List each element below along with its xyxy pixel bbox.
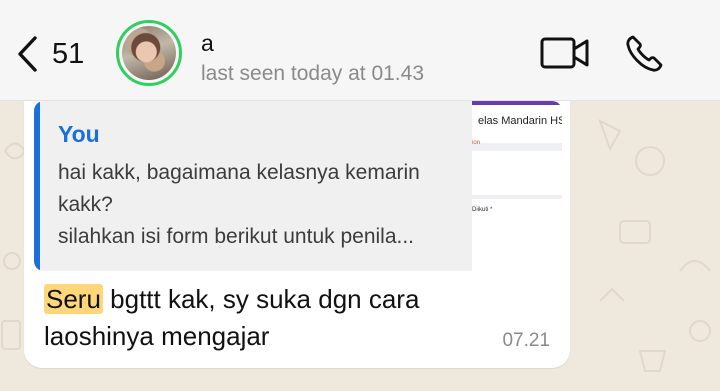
contact-info[interactable]: a last seen today at 01.43 (201, 30, 424, 88)
message-text-rest: bgttt kak, sy suka dgn cara (102, 284, 420, 314)
quote-accent-bar (34, 101, 40, 271)
highlighted-word: Seru (44, 284, 103, 314)
quoted-text-line: hai kakk, bagaimana kelasnya kemarin (58, 161, 420, 184)
form-question-label: Diikuti * (472, 207, 493, 213)
message-text-line: laoshinya mengajar (44, 321, 270, 351)
quoted-text-line: kakk? (58, 193, 113, 216)
quoted-text-line: silahkan isi form berikut untuk penila..… (58, 225, 415, 248)
chevron-left-icon (16, 36, 38, 72)
last-seen-status: last seen today at 01.43 (201, 62, 424, 85)
avatar[interactable] (116, 20, 182, 86)
link-preview-thumbnail: elas Mandarin HSK ion Diikuti * (472, 101, 562, 271)
chat-header: 51 a last seen today at 01.43 (0, 0, 720, 101)
form-title-card: elas Mandarin HSK ion (472, 105, 562, 146)
quoted-reply[interactable]: You hai kakk, bagaimana kelasnya kemarin… (34, 101, 562, 271)
quoted-author: You (58, 121, 100, 147)
video-call-button[interactable] (540, 36, 590, 70)
message-bubble[interactable]: You hai kakk, bagaimana kelasnya kemarin… (24, 101, 570, 368)
message-text-line: Seru bgttt kak, sy suka dgn cara (44, 281, 419, 317)
form-question-card (472, 151, 562, 195)
contact-name: a (201, 30, 214, 56)
message-timestamp: 07.21 (502, 330, 550, 351)
form-title: elas Mandarin HSK (478, 115, 562, 127)
form-required-note: ion (472, 140, 481, 146)
chat-screen: 51 a last seen today at 01.43 You hai ka… (0, 0, 720, 391)
chat-area[interactable]: You hai kakk, bagaimana kelasnya kemarin… (0, 101, 720, 391)
avatar-image (122, 26, 176, 80)
phone-icon (624, 34, 664, 74)
voice-call-button[interactable] (624, 34, 664, 74)
unread-count: 51 (52, 37, 85, 70)
back-button[interactable]: 51 (16, 30, 84, 78)
form-question-card: Diikuti * (472, 199, 562, 271)
video-camera-icon (540, 36, 590, 70)
